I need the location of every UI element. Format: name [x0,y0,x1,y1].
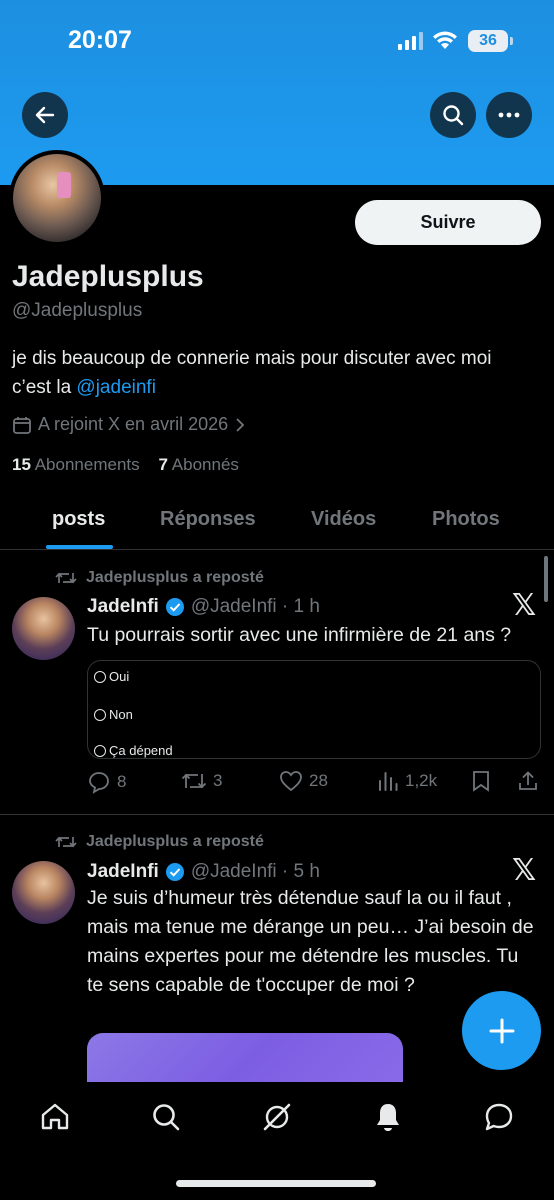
scrollbar[interactable] [544,556,548,602]
following-label: Abonnements [34,455,140,474]
profile-bio: je dis beaucoup de connerie mais pour di… [12,344,532,402]
calendar-icon [13,416,31,434]
joined-date[interactable]: A rejoint X en avril 2026 [12,414,246,435]
plus-icon [489,1018,514,1043]
grok-icon [263,1103,291,1131]
post-author-name[interactable]: JadeInfi [87,861,159,883]
nav-messages[interactable] [482,1100,516,1134]
home-indicator[interactable] [176,1180,376,1187]
back-button[interactable] [22,92,68,138]
radio-icon [94,744,106,757]
verified-icon [165,863,184,881]
profile-avatar[interactable] [9,150,105,246]
like-icon [280,771,302,792]
repost-label: Jadeplusplus a reposté [86,569,264,586]
home-icon [41,1103,69,1130]
post-text: Je suis d’humeur très détendue sauf la o… [87,887,534,996]
wifi-icon [433,31,457,49]
verified-icon [165,598,184,616]
share-button[interactable] [517,770,539,792]
poll-option-label: Ça dépend [109,743,173,758]
nav-notifications[interactable] [371,1100,405,1134]
post-header: JadeInfi @JadeInfi · 1 h [87,596,320,618]
nav-search[interactable] [149,1100,183,1134]
search-icon [153,1104,180,1131]
battery-tip [510,37,513,45]
post-meta: @JadeInfi · 1 h [190,596,320,617]
poll-option[interactable]: Non [94,707,133,722]
post-divider [0,814,554,815]
followers-count: 7 [158,455,168,474]
repost-count: 3 [213,771,223,790]
post-meta: @JadeInfi · 5 h [190,861,320,882]
status-time: 20:07 [68,26,132,54]
post-header: JadeInfi @JadeInfi · 5 h [87,861,320,883]
search-button[interactable] [430,92,476,138]
followers-label: Abonnés [171,455,239,474]
profile-handle: @Jadeplusplus [12,300,143,321]
share-icon [519,771,537,790]
nav-grok[interactable] [260,1100,294,1134]
repost-label: Jadeplusplus a reposté [86,833,264,850]
views-icon [379,772,398,791]
like-button[interactable]: 28 [279,770,328,792]
tab-photos[interactable]: Photos [432,508,500,531]
post-author-name[interactable]: JadeInfi [87,596,159,618]
tab-posts[interactable]: posts [52,508,105,531]
status-bar: 20:07 36 [0,0,554,80]
x-logo-icon: 𝕏 [512,854,537,887]
search-icon [443,105,464,126]
more-icon [498,112,520,118]
poll-option-label: Non [109,707,133,722]
post-actions: 8 3 28 1,2k [87,770,541,800]
repost-indicator: Jadeplusplus a reposté [55,569,264,587]
reply-count: 8 [117,772,127,791]
x-logo-icon: 𝕏 [512,589,537,622]
chevron-right-icon [236,417,245,432]
post-author-avatar[interactable] [12,861,75,924]
followers-link[interactable]: 7 Abonnés [159,455,239,474]
repost-indicator: Jadeplusplus a reposté [55,833,264,851]
back-arrow-icon [35,106,55,124]
profile-stats: 15 Abonnements 7 Abonnés [12,455,239,475]
avatar-photo [13,154,101,242]
poll-option[interactable]: Ça dépend [94,743,173,758]
tab-videos[interactable]: Vidéos [311,508,376,531]
following-count: 15 [12,455,31,474]
messages-icon [485,1103,513,1131]
battery-indicator: 36 [468,30,508,52]
repost-icon [55,572,77,584]
post-poll: Oui Non Ça dépend [87,660,541,759]
compose-button[interactable] [462,991,541,1070]
poll-option[interactable]: Oui [94,669,129,684]
radio-icon [94,670,106,683]
poll-option-label: Oui [109,669,130,684]
bookmark-icon [473,771,489,792]
radio-icon [94,708,106,721]
profile-display-name: Jadeplusplus [12,260,204,293]
post-text: Tu pourrais sortir avec une infirmière d… [87,624,512,646]
repost-icon [181,773,207,789]
bio-mention-link[interactable]: @jadeinfi [76,377,156,398]
like-count: 28 [309,771,328,790]
cellular-signal-icon [398,32,423,50]
bell-icon [377,1104,399,1131]
repost-icon [55,836,77,848]
bookmark-button[interactable] [471,770,491,792]
repost-button[interactable]: 3 [181,770,222,792]
post-author-avatar[interactable] [12,597,75,660]
follow-button[interactable]: Suivre [355,200,541,245]
nav-home[interactable] [38,1100,72,1134]
tab-replies[interactable]: Réponses [160,508,256,531]
more-options-button[interactable] [486,92,532,138]
reply-button[interactable]: 8 [87,770,126,794]
following-link[interactable]: 15 Abonnements [12,455,140,474]
reply-icon [89,772,109,794]
profile-tabs: posts Réponses Vidéos Photos [0,490,554,550]
views-count: 1,2k [405,771,438,790]
active-tab-indicator [46,545,113,549]
joined-label: A rejoint X en avril 2026 [38,414,229,434]
views-button[interactable]: 1,2k [377,770,437,792]
